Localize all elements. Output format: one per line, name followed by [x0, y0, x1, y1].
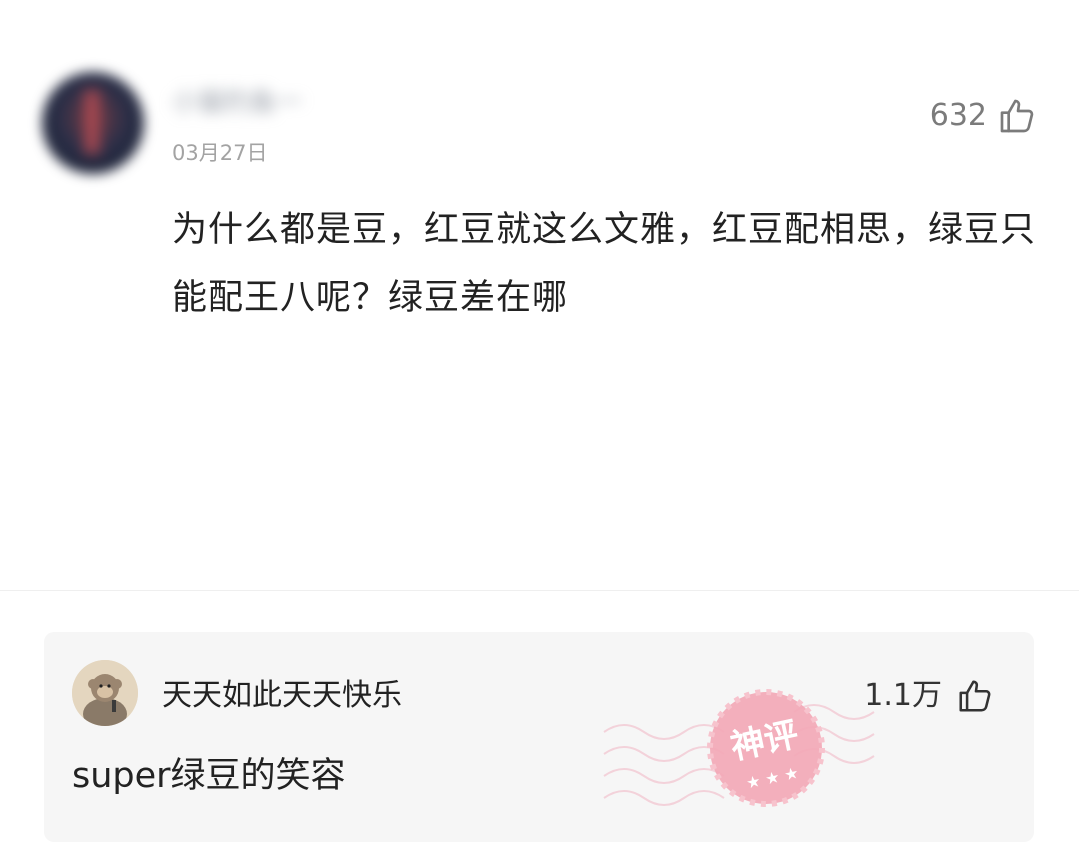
- thumbs-up-icon: [1000, 99, 1034, 133]
- hot-comment-card[interactable]: 天天如此天天快乐 神评 ★ ★ ★ 1.1万 super绿豆的笑容: [44, 632, 1034, 842]
- hot-comment-stamp: 神评 ★ ★ ★: [603, 689, 875, 807]
- post-content: 为什么都是豆，红豆就这么文雅，红豆配相思，绿豆只能配王八呢？绿豆差在哪: [172, 210, 1037, 318]
- author-avatar[interactable]: [42, 72, 144, 174]
- comment-like-button[interactable]: 1.1万: [864, 676, 994, 716]
- monkey-avatar-icon: [72, 660, 138, 726]
- avatar-detail: [84, 90, 100, 154]
- post-like-count: 632: [929, 98, 987, 133]
- comment-like-count: 1.1万: [864, 678, 942, 713]
- post-date: 03月27日: [172, 141, 268, 165]
- commenter-avatar[interactable]: [72, 660, 138, 726]
- thumbs-up-icon: [959, 680, 991, 712]
- comment-text: super绿豆的笑容: [72, 756, 346, 796]
- post-card: 小猫钓鱼一 03月27日 632 为什么都是豆，红豆就这么文雅，红豆配相思，绿豆…: [0, 0, 1079, 591]
- commenter-username[interactable]: 天天如此天天快乐: [162, 676, 402, 716]
- post-like-button[interactable]: 632: [930, 96, 1037, 136]
- author-username[interactable]: 小猫钓鱼一: [172, 86, 382, 120]
